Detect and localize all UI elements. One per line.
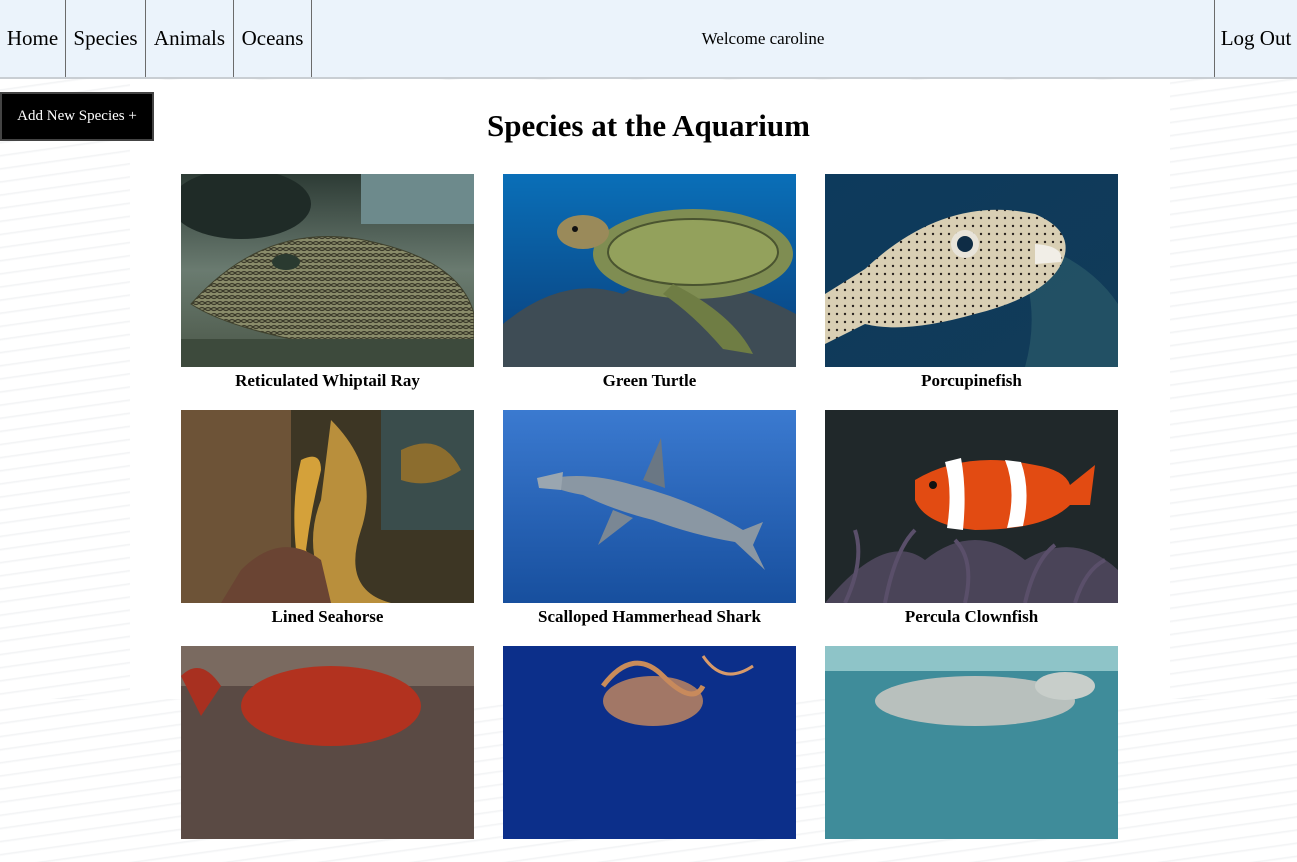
species-name: Lined Seahorse xyxy=(271,607,384,626)
species-card[interactable]: Green Turtle xyxy=(503,174,796,390)
species-grid: Reticulated Whiptail Ray Green Turtle Po… xyxy=(181,174,1119,862)
nav-species-link[interactable]: Species xyxy=(66,0,146,77)
top-navbar: Home Species Animals Oceans Welcome caro… xyxy=(0,0,1297,79)
species-name: Reticulated Whiptail Ray xyxy=(235,371,420,390)
nav-animals-link[interactable]: Animals xyxy=(146,0,234,77)
species-photo-jellyfish[interactable] xyxy=(503,646,796,839)
species-name: Scalloped Hammerhead Shark xyxy=(538,607,761,626)
page-title: Species at the Aquarium xyxy=(487,108,810,143)
species-photo-ray[interactable] xyxy=(181,174,474,367)
species-photo-manatee[interactable] xyxy=(825,646,1118,839)
species-photo-octopus[interactable] xyxy=(181,646,474,839)
species-photo-porcupinefish[interactable] xyxy=(825,174,1118,367)
species-card[interactable] xyxy=(825,646,1118,862)
species-photo-clownfish[interactable] xyxy=(825,410,1118,603)
species-name: Green Turtle xyxy=(602,371,697,390)
nav-oceans-link[interactable]: Oceans xyxy=(234,0,312,77)
species-card[interactable]: Reticulated Whiptail Ray xyxy=(181,174,474,390)
welcome-message: Welcome caroline xyxy=(312,0,1215,77)
logout-link[interactable]: Log Out xyxy=(1215,0,1297,77)
species-photo-seahorse[interactable] xyxy=(181,410,474,603)
species-card[interactable] xyxy=(181,646,474,862)
species-card[interactable]: Lined Seahorse xyxy=(181,410,474,626)
species-name: Percula Clownfish xyxy=(904,607,1039,626)
species-card[interactable]: Scalloped Hammerhead Shark xyxy=(503,410,796,626)
species-card[interactable] xyxy=(503,646,796,862)
species-card[interactable]: Porcupinefish xyxy=(825,174,1118,390)
nav-home-link[interactable]: Home xyxy=(0,0,66,77)
add-new-species-button[interactable]: Add New Species + xyxy=(0,92,154,141)
species-card[interactable]: Percula Clownfish xyxy=(825,410,1118,626)
species-photo-turtle[interactable] xyxy=(503,174,796,367)
species-photo-hammerhead[interactable] xyxy=(503,410,796,603)
species-name: Porcupinefish xyxy=(921,371,1022,390)
